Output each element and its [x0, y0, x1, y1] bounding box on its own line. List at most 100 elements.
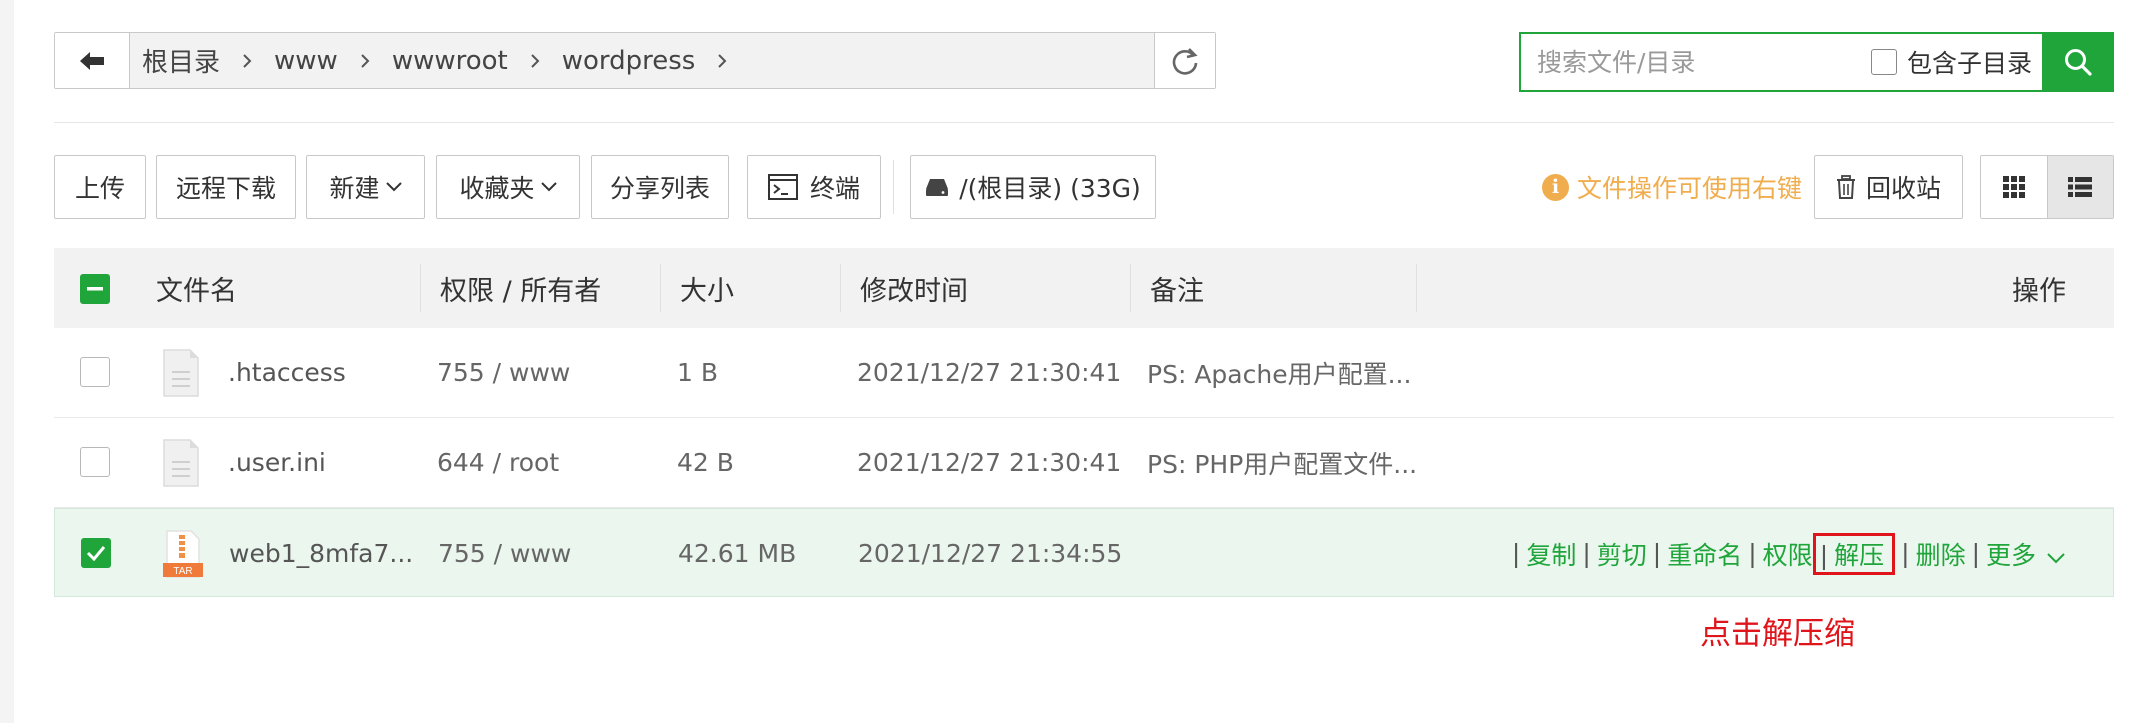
table-row[interactable]: .user.ini 644 / root 42 B 2021/12/27 21:…: [54, 418, 2114, 508]
separator: |: [1582, 539, 1591, 568]
separator: |: [1511, 539, 1521, 568]
chevron-right-icon: [530, 53, 540, 69]
file-permission[interactable]: 755 / www: [438, 509, 571, 598]
recycle-bin-label: 回收站: [1865, 174, 1941, 203]
separator: |: [1748, 539, 1757, 568]
search-input[interactable]: [1521, 41, 1869, 83]
remote-download-button[interactable]: 远程下载: [156, 155, 296, 219]
extract-label: 解压: [1834, 540, 1885, 570]
file-table: 文件名 权限 / 所有者 大小 修改时间 备注 操作 .htaccess 755…: [54, 248, 2114, 597]
search-button[interactable]: [2042, 32, 2114, 92]
extract-link[interactable]: | 解压: [1812, 532, 1896, 575]
row-checkbox[interactable]: [80, 357, 110, 387]
chevron-right-icon: [360, 53, 370, 69]
row-actions: | 复制 | 剪切 | 重命名 | 权限 | 解压 | 删除 | 更多: [1506, 509, 2065, 598]
table-row-selected[interactable]: TAR web1_8mfa7... 755 / www 42.61 MB 202…: [54, 508, 2114, 597]
chevron-right-icon: [242, 53, 252, 69]
more-label: 更多: [1986, 540, 2037, 570]
terminal-button[interactable]: 终端: [747, 155, 881, 219]
arrow-left-icon: [80, 51, 104, 70]
favorites-label: 收藏夹: [459, 174, 535, 203]
chevron-down-icon: [2047, 552, 2065, 563]
select-all-checkbox[interactable]: [80, 274, 110, 304]
upload-button[interactable]: 上传: [54, 155, 146, 219]
refresh-button[interactable]: [1154, 33, 1215, 88]
terminal-icon: [767, 174, 798, 200]
checkbox-icon: [1870, 49, 1897, 75]
search-box: 包含子目录: [1519, 32, 2114, 92]
header-filename[interactable]: 文件名: [156, 248, 237, 328]
back-button[interactable]: [55, 33, 130, 88]
disk-label: /(根目录) (33G): [959, 174, 1141, 203]
new-dropdown-button[interactable]: 新建: [306, 155, 425, 219]
list-view-button[interactable]: [2046, 156, 2113, 218]
table-header: 文件名 权限 / 所有者 大小 修改时间 备注 操作: [54, 248, 2114, 328]
file-note[interactable]: PS: Apache用户配置...: [1147, 328, 1411, 417]
chevron-right-icon: [717, 53, 727, 69]
file-name[interactable]: .htaccess: [228, 328, 346, 417]
file-icon: [162, 328, 200, 417]
grid-view-button[interactable]: [1981, 156, 2047, 218]
hint-text: 文件操作可使用右键: [1577, 174, 1803, 203]
divider: [54, 122, 2114, 123]
copy-link[interactable]: 复制: [1526, 536, 1576, 572]
favorites-dropdown-button[interactable]: 收藏夹: [436, 155, 580, 219]
left-edge: [0, 0, 14, 723]
column-divider: [420, 264, 421, 312]
breadcrumb-wwwroot[interactable]: wwwroot: [392, 46, 508, 76]
tar-archive-icon: TAR: [163, 509, 203, 598]
include-subdir-checkbox[interactable]: 包含子目录: [1870, 44, 2032, 80]
include-subdir-label: 包含子目录: [1906, 49, 2032, 78]
breadcrumb: 根目录 www wwwroot wordpress: [130, 33, 1154, 88]
info-icon: i: [1542, 173, 1569, 201]
share-list-label: 分享列表: [609, 174, 710, 203]
file-size: 42 B: [677, 448, 734, 477]
file-note[interactable]: PS: PHP用户配置文件...: [1147, 418, 1417, 507]
tar-badge: TAR: [173, 566, 192, 577]
breadcrumb-root[interactable]: 根目录: [142, 42, 220, 79]
rename-link[interactable]: 重命名: [1667, 536, 1742, 572]
share-list-button[interactable]: 分享列表: [591, 155, 729, 219]
file-modified: 2021/12/27 21:34:55: [858, 539, 1123, 568]
chevron-down-icon: [540, 182, 557, 192]
checkmark-icon: [86, 546, 106, 561]
file-permission[interactable]: 755 / www: [437, 328, 570, 417]
header-size[interactable]: 大小: [680, 248, 734, 328]
grid-icon: [2002, 176, 2025, 198]
header-modified[interactable]: 修改时间: [860, 248, 968, 328]
more-dropdown[interactable]: 更多: [1986, 536, 2065, 572]
minus-icon: [87, 287, 103, 291]
upload-label: 上传: [74, 174, 125, 203]
terminal-label: 终端: [809, 174, 860, 203]
recycle-bin-button[interactable]: 回收站: [1814, 155, 1963, 219]
toolbar-divider: [893, 160, 894, 214]
header-permission[interactable]: 权限 / 所有者: [440, 248, 601, 328]
new-label: 新建: [329, 174, 380, 203]
column-divider: [840, 264, 841, 312]
path-bar: 根目录 www wwwroot wordpress: [54, 32, 1216, 89]
permission-link[interactable]: 权限: [1763, 536, 1813, 572]
file-name[interactable]: .user.ini: [228, 418, 326, 507]
file-name[interactable]: web1_8mfa7...: [229, 509, 413, 598]
delete-link[interactable]: 删除: [1916, 536, 1966, 572]
file-icon: [162, 418, 200, 507]
cut-link[interactable]: 剪切: [1597, 536, 1647, 572]
breadcrumb-wordpress[interactable]: wordpress: [562, 46, 696, 76]
separator: |: [1652, 539, 1662, 568]
right-click-hint: i 文件操作可使用右键: [1542, 169, 1802, 205]
separator: |: [1971, 539, 1981, 568]
table-row[interactable]: .htaccess 755 / www 1 B 2021/12/27 21:30…: [54, 328, 2114, 418]
search-icon: [2065, 49, 2092, 76]
header-note: 备注: [1150, 275, 1204, 307]
file-modified: 2021/12/27 21:30:41: [857, 448, 1122, 477]
row-checkbox[interactable]: [80, 447, 110, 477]
trash-icon: [1836, 175, 1855, 199]
column-divider: [660, 264, 661, 312]
disk-button[interactable]: /(根目录) (33G): [910, 155, 1156, 219]
file-permission[interactable]: 644 / root: [437, 418, 559, 507]
column-divider: [1416, 264, 1417, 312]
hard-drive-icon: [926, 179, 949, 196]
row-checkbox-checked[interactable]: [81, 538, 111, 568]
breadcrumb-www[interactable]: www: [274, 46, 338, 76]
chevron-down-icon: [385, 182, 402, 192]
